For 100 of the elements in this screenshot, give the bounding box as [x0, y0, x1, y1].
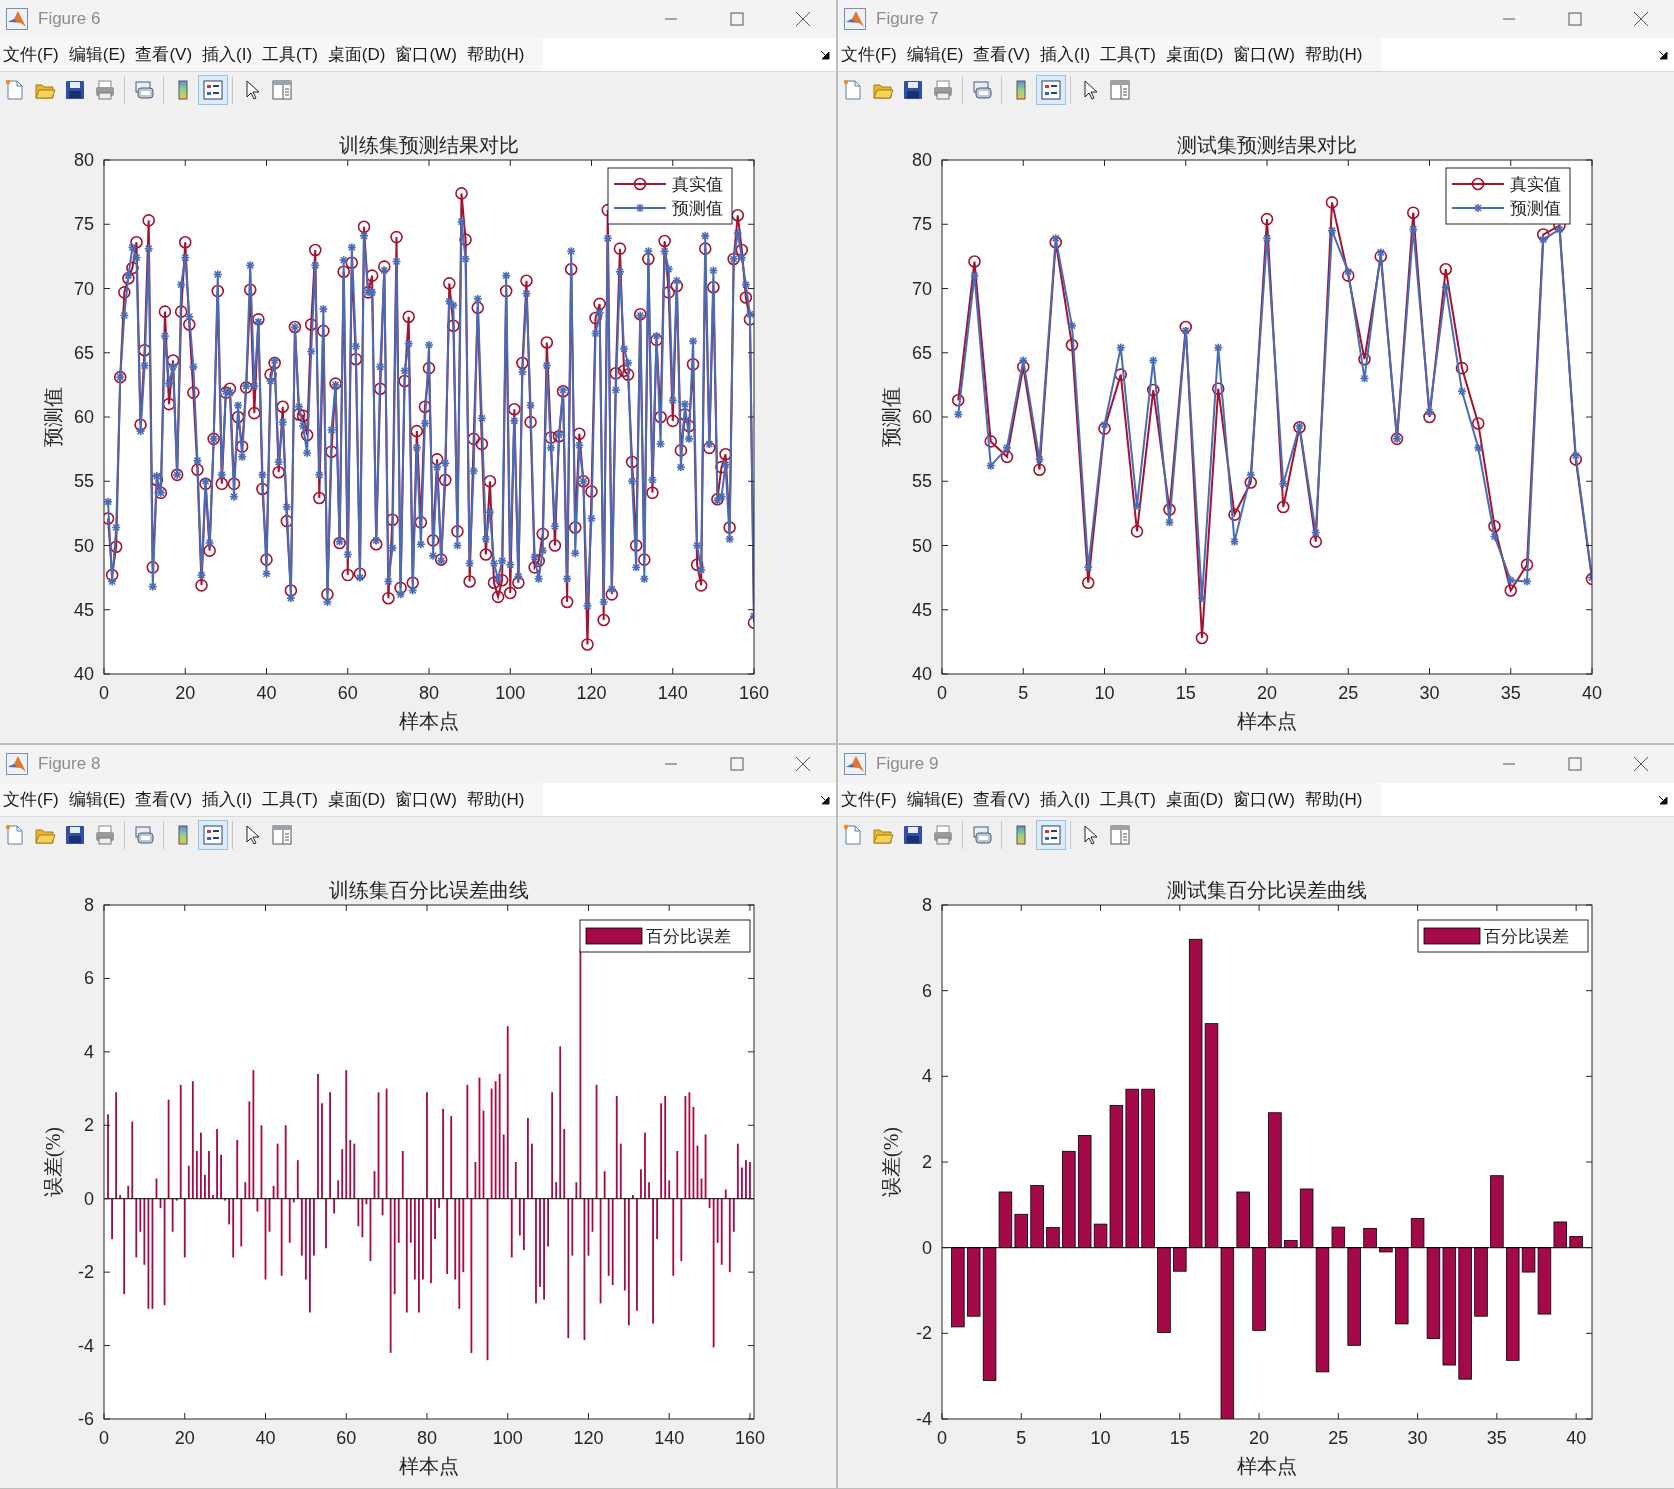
menu-item[interactable]: 桌面(D) [324, 38, 393, 71]
tick-label: 0 [99, 1428, 109, 1448]
tick-label: 65 [73, 342, 94, 363]
tick-label: 50 [911, 535, 932, 556]
menu-item[interactable]: 文件(F) [0, 38, 66, 71]
legend-label: 预测值 [672, 199, 723, 218]
menu-item[interactable]: 编辑(E) [903, 38, 971, 71]
tick-label: 120 [573, 1428, 604, 1448]
tick-label: 20 [175, 683, 196, 703]
tick-label: 10 [1094, 683, 1115, 703]
tick-label: 80 [416, 1428, 437, 1448]
x-axis-label: 样本点 [399, 1455, 459, 1477]
menu-item[interactable]: 查看(V) [970, 38, 1038, 71]
tick-label: 80 [73, 150, 94, 170]
window-title: Figure 7 [876, 9, 940, 29]
window-title: Figure 6 [38, 9, 102, 29]
tick-label: 6 [84, 968, 94, 989]
menu-item[interactable]: 文件(F) [0, 783, 66, 816]
tick-label: 40 [256, 683, 277, 703]
y-axis-label: 预测值 [880, 387, 902, 447]
legend-label: 百分比误差 [1484, 927, 1569, 946]
menu-item[interactable]: 窗口(W) [392, 38, 464, 71]
tick-label: 55 [73, 471, 94, 492]
tick-label: 45 [911, 599, 932, 620]
menu-item[interactable]: 插入(I) [1037, 783, 1098, 816]
menu-item[interactable]: 帮助(H) [463, 38, 532, 71]
tick-label: 35 [1500, 683, 1521, 703]
tick-label: 0 [937, 1428, 947, 1448]
menu-item[interactable]: 编辑(E) [65, 783, 133, 816]
tick-label: 70 [911, 278, 932, 299]
tick-label: 65 [911, 342, 932, 363]
menu-item[interactable]: 查看(V) [132, 38, 200, 71]
menu-item[interactable]: 编辑(E) [65, 38, 133, 71]
tick-label: 75 [911, 214, 932, 235]
tick-label: -4 [78, 1335, 94, 1356]
tick-label: 140 [657, 683, 688, 703]
menu-item[interactable]: 查看(V) [132, 783, 200, 816]
menu-item[interactable]: 帮助(H) [463, 783, 532, 816]
tick-label: 25 [1328, 1428, 1349, 1448]
menu-item[interactable]: 窗口(W) [1230, 783, 1302, 816]
tick-label: 100 [492, 1428, 523, 1448]
tick-label: 5 [1016, 1428, 1027, 1448]
menu-item[interactable]: 插入(I) [199, 38, 260, 71]
tick-label: 40 [1566, 1428, 1587, 1448]
tick-label: 80 [419, 683, 439, 703]
menu-item[interactable]: 编辑(E) [903, 783, 971, 816]
tick-label: 60 [73, 407, 94, 427]
menu-item[interactable]: 插入(I) [1037, 38, 1098, 71]
tick-label: 4 [922, 1066, 932, 1087]
menu-item[interactable]: 查看(V) [970, 783, 1038, 816]
tick-label: 15 [1175, 683, 1196, 703]
menu-item[interactable]: 窗口(W) [1230, 38, 1302, 71]
tick-label: 40 [73, 664, 94, 684]
menu-item[interactable]: 桌面(D) [1162, 783, 1231, 816]
tick-label: 2 [84, 1115, 94, 1136]
tick-label: -2 [78, 1262, 94, 1283]
chart-title: 训练集百分比误差曲线 [329, 879, 529, 901]
tick-label: 45 [73, 599, 94, 620]
tick-label: 160 [734, 1428, 765, 1448]
tick-label: 70 [73, 278, 94, 299]
x-axis-label: 样本点 [1237, 710, 1297, 732]
legend-label: 真实值 [1510, 175, 1561, 194]
window-title: Figure 8 [38, 754, 102, 774]
tick-label: 8 [922, 895, 932, 915]
tick-label: 140 [654, 1428, 685, 1448]
tick-label: 20 [1249, 1428, 1270, 1448]
menu-item[interactable]: 窗口(W) [392, 783, 464, 816]
y-axis-label: 预测值 [42, 387, 64, 447]
menu-item[interactable]: 帮助(H) [1301, 38, 1370, 71]
tick-label: 0 [99, 683, 109, 703]
menu-item[interactable]: 桌面(D) [1162, 38, 1231, 71]
tick-label: 35 [1486, 1428, 1507, 1448]
tick-label: 40 [911, 664, 932, 684]
menu-item[interactable]: 工具(T) [259, 38, 325, 71]
tick-label: 0 [84, 1188, 94, 1209]
tick-label: 50 [73, 535, 94, 556]
tick-label: -4 [916, 1409, 932, 1429]
tick-label: 80 [911, 150, 932, 170]
tick-label: 30 [1407, 1428, 1428, 1448]
legend-label: 真实值 [672, 175, 723, 194]
menu-item[interactable]: 工具(T) [1097, 38, 1163, 71]
tick-label: 60 [911, 407, 932, 427]
tick-label: 120 [576, 683, 607, 703]
menu-item[interactable]: 工具(T) [1097, 783, 1163, 816]
menu-item[interactable]: 文件(F) [838, 38, 904, 71]
tick-label: 0 [922, 1237, 932, 1258]
y-axis-label: 误差(%) [42, 1127, 64, 1197]
tick-label: 5 [1018, 683, 1029, 703]
tick-label: 0 [937, 683, 947, 703]
legend-label: 预测值 [1510, 199, 1561, 218]
menu-item[interactable]: 帮助(H) [1301, 783, 1370, 816]
menu-item[interactable]: 插入(I) [199, 783, 260, 816]
menu-item[interactable]: 工具(T) [259, 783, 325, 816]
tick-label: 8 [84, 895, 94, 915]
menu-item[interactable]: 文件(F) [838, 783, 904, 816]
legend-label: 百分比误差 [646, 927, 731, 946]
chart-title: 训练集预测结果对比 [339, 134, 519, 156]
menu-item[interactable]: 桌面(D) [324, 783, 393, 816]
tick-label: 60 [337, 683, 358, 703]
tick-label: -6 [78, 1409, 94, 1429]
